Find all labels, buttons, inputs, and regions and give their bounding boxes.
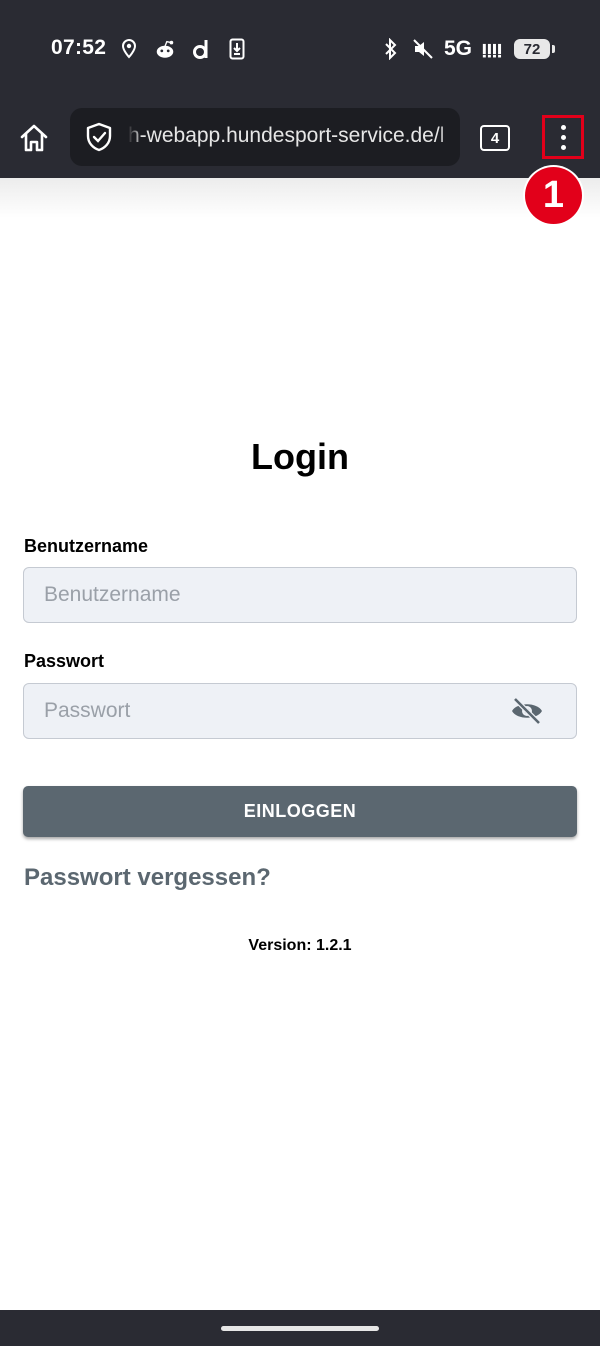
gesture-handle[interactable] — [221, 1326, 379, 1331]
more-vert-icon — [560, 124, 566, 130]
download-icon — [226, 37, 248, 61]
username-label: Benutzername — [24, 536, 149, 556]
forgot-password-link[interactable]: Passwort vergessen? — [24, 864, 271, 892]
status-time: 07:52 — [51, 36, 107, 59]
system-navigation-bar — [0, 1310, 600, 1346]
annotation-badge: 1 — [525, 167, 582, 224]
more-vert-icon-dot — [560, 144, 566, 150]
address-bar[interactable]: h-webapp.hundesport-service.de/l — [70, 108, 460, 166]
username-input[interactable] — [23, 567, 577, 623]
version-label: Version: 1.2.1 — [248, 937, 352, 954]
bluetooth-icon — [380, 37, 402, 61]
signal-icon — [482, 37, 504, 61]
url-text[interactable]: h-webapp.hundesport-service.de/l — [128, 124, 456, 152]
overflow-menu-button[interactable] — [542, 115, 584, 159]
app-d-icon — [190, 37, 212, 61]
reddit-icon — [154, 37, 176, 61]
notification-icons — [118, 36, 248, 62]
login-button[interactable]: EINLOGGEN — [23, 786, 577, 837]
eye-off-icon — [512, 697, 542, 725]
shield-check-icon[interactable] — [84, 122, 114, 152]
home-icon — [20, 124, 48, 152]
mute-icon — [412, 37, 434, 61]
tab-count: 4 — [490, 129, 500, 147]
home-button[interactable] — [14, 118, 54, 158]
toggle-password-visibility-button[interactable] — [508, 695, 546, 727]
toolbar-shadow — [0, 178, 600, 218]
password-input[interactable] — [23, 683, 577, 739]
status-indicators: 5G 72 — [380, 36, 555, 62]
password-label: Passwort — [24, 651, 105, 671]
browser-toolbar: h-webapp.hundesport-service.de/l 4 — [0, 96, 600, 178]
battery-level: 72 — [523, 40, 541, 58]
more-vert-icon-dot — [560, 134, 566, 140]
battery-icon: 72 — [514, 39, 555, 59]
tab-switcher-button[interactable]: 4 — [480, 125, 510, 151]
status-bar: 07:52 5G 72 — [0, 0, 600, 96]
network-type: 5G — [443, 37, 472, 60]
location-icon — [118, 37, 140, 61]
page-title: Login — [251, 436, 349, 477]
browser-chrome: 07:52 5G 72 h-webapp.hundesport-service.… — [0, 0, 600, 178]
